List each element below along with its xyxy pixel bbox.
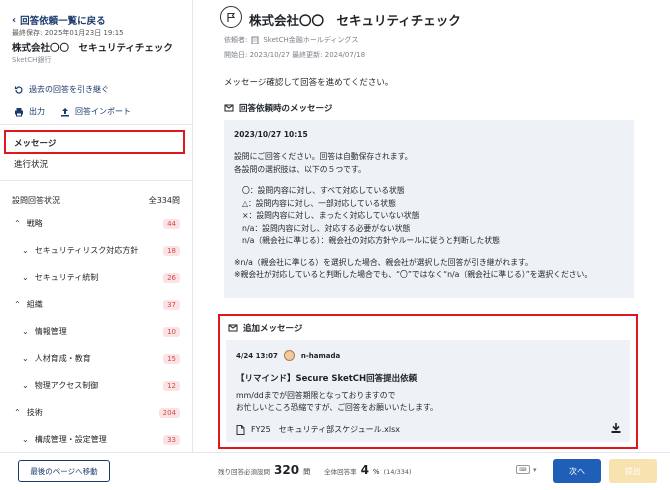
submit-button[interactable]: 提出 <box>609 459 657 483</box>
message-line: n/a：設問内容に対し、対応する必要がない状態 <box>242 223 411 233</box>
nav-message[interactable]: メッセージ <box>4 130 185 154</box>
additional-message-box: 4/24 13:07 n-hamada 【リマインド】Secure SketCH… <box>226 340 630 442</box>
message-line: 設問にご回答ください。回答は自動保存されます。 <box>234 152 413 161</box>
history-icon <box>14 85 23 94</box>
tree-item[interactable]: ⌄ 情報管理 10 <box>22 326 180 337</box>
chevron-up-icon: ⌃ <box>14 300 21 309</box>
nav-progress[interactable]: 進行状況 <box>14 158 48 170</box>
chevron-left-icon: ‹ <box>12 14 17 26</box>
tree-item[interactable]: ⌄ 人材育成・教育 15 <box>22 353 180 364</box>
chevron-up-icon: ⌃ <box>14 219 21 228</box>
dates-info: 開始日: 2023/10/27 最終更新: 2024/07/18 <box>224 51 366 59</box>
download-icon[interactable] <box>610 422 622 434</box>
tree-item-label: 物理アクセス制御 <box>34 381 99 390</box>
keyboard-icon: ⌨ <box>516 465 530 474</box>
message-line: △：設問内容に対し、一部対応している状態 <box>242 198 396 208</box>
additional-message-heading: 追加メッセージ <box>228 322 302 334</box>
unanswered-count-badge: 15 <box>163 353 180 364</box>
unanswered-count-badge: 10 <box>163 326 180 337</box>
additional-message-section: 追加メッセージ 4/24 13:07 n-hamada 【リマインド】Secur… <box>218 314 638 449</box>
message-line: n/a（親会社に準じる）：親会社の対応方針やルールに従うと判断した状態 <box>242 236 500 245</box>
tree-item-label: 戦略 <box>26 219 43 228</box>
divider <box>0 124 192 125</box>
tree-item-label: 人材育成・教育 <box>34 354 91 363</box>
file-icon <box>236 424 245 435</box>
chevron-down-icon: ▾ <box>533 465 537 474</box>
last-saved: 最終保存: 2025年01月23日 19:15 <box>12 29 124 37</box>
chevron-down-icon: ⌄ <box>22 273 29 282</box>
sidebar: ‹ 回答依頼一覧に戻る 最終保存: 2025年01月23日 19:15 株式会社… <box>0 0 193 452</box>
request-message-box: 2023/10/27 10:15 設問にご回答ください。回答は自動保存されます。… <box>224 120 634 298</box>
divider <box>0 180 192 181</box>
tree-item[interactable]: ⌃ 組織 37 <box>14 299 180 310</box>
tree-item[interactable]: ⌄ 物理アクセス制御 12 <box>22 380 180 391</box>
back-label: 回答依頼一覧に戻る <box>20 16 106 27</box>
mail-icon <box>224 104 234 112</box>
message-meta: 4/24 13:07 n-hamada <box>236 350 341 361</box>
unanswered-count-badge: 37 <box>163 299 180 310</box>
message-line: ×：設問内容に対し、まったく対応していない状態 <box>242 211 420 220</box>
tree-item[interactable]: ⌃ 技術 204 <box>14 407 180 418</box>
requester-info: 依頼者: SketCH金融ホールディングス <box>224 36 359 44</box>
upload-icon <box>61 107 69 116</box>
message-line: ※親会社が対応していると判断した場合でも、“〇”ではなく“n/a（親会社に準じる… <box>234 270 593 279</box>
message-line: 各設問の選択肢は、以下の５つです。 <box>234 164 366 174</box>
message-title: 【リマインド】Secure SketCH回答提出依頼 <box>236 374 418 384</box>
chevron-down-icon: ⌄ <box>22 435 29 444</box>
unanswered-count-badge: 12 <box>163 380 180 391</box>
request-message-heading: 回答依頼時のメッセージ <box>224 102 332 114</box>
chevron-down-icon: ⌄ <box>22 354 29 363</box>
main-content: 株式会社〇〇 セキュリティチェック 依頼者: SketCH金融ホールディングス … <box>194 0 670 452</box>
chevron-down-icon: ⌄ <box>22 381 29 390</box>
chevron-down-icon: ⌄ <box>22 246 29 255</box>
tree-item[interactable]: ⌄ セキュリティ統制 26 <box>22 272 180 283</box>
unanswered-count-badge: 26 <box>163 272 180 283</box>
avatar <box>283 350 295 361</box>
next-button[interactable]: 次へ <box>553 459 601 483</box>
inherit-answers-button[interactable]: 過去の回答を引き継ぐ <box>14 84 109 95</box>
last-page-button[interactable]: 最後のページへ移動 <box>18 460 110 482</box>
company-title: 株式会社〇〇 セキュリティチェック <box>12 43 173 54</box>
keyboard-shortcut-toggle[interactable]: ⌨ ▾ <box>516 465 537 474</box>
building-icon <box>251 36 259 44</box>
unanswered-count-badge: 204 <box>158 407 180 418</box>
tree-item-label: 構成管理・設定管理 <box>34 435 107 444</box>
import-button[interactable]: 回答インポート <box>60 106 131 117</box>
unanswered-count-badge: 44 <box>163 218 180 229</box>
tree-item[interactable]: ⌃ 戦略 44 <box>14 218 180 229</box>
progress-summary: 残り回答必須設問 320 問 全体回答率 4 % (14/334) <box>218 463 412 477</box>
unanswered-count-badge: 18 <box>163 245 180 256</box>
printer-icon <box>15 107 23 116</box>
tree-item[interactable]: ⌄ 構成管理・設定管理 33 <box>22 434 180 445</box>
chevron-down-icon: ⌄ <box>22 327 29 336</box>
chevron-up-icon: ⌃ <box>14 408 21 417</box>
page-title: 株式会社〇〇 セキュリティチェック <box>249 13 461 28</box>
tree-item-label: セキュリティリスク対応方針 <box>34 246 139 255</box>
unanswered-count-badge: 33 <box>163 434 180 445</box>
message-line: 〇：設問内容に対し、すべて対応している状態 <box>242 186 405 195</box>
message-line: ※n/a（親会社に準じる）を選択した場合、親会社が選択した回答が引き継がれます。 <box>234 257 533 267</box>
tree-item-label: セキュリティ統制 <box>34 273 99 282</box>
status-header: 設問回答状況 全334問 <box>12 196 180 205</box>
back-to-list-link[interactable]: ‹ 回答依頼一覧に戻る <box>12 13 106 28</box>
message-body: mm/ddまでが回答期限となっておりますので お忙しいところ恐縮ですが、ご回答を… <box>236 391 438 412</box>
mail-icon <box>228 324 238 332</box>
footer-bar: 最後のページへ移動 残り回答必須設問 320 問 全体回答率 4 % (14/3… <box>0 452 670 490</box>
output-button[interactable]: 出力 <box>14 106 45 117</box>
tree-item-label: 組織 <box>26 300 43 309</box>
intro-text: メッセージ確認して回答を進めてください。 <box>224 78 394 88</box>
attachment-link[interactable]: FY25 セキュリティ部スケジュール.xlsx <box>236 424 400 435</box>
tree-item[interactable]: ⌄ セキュリティリスク対応方針 18 <box>22 245 180 256</box>
tree-item-label: 情報管理 <box>34 327 67 336</box>
tree-item-label: 技術 <box>26 408 43 417</box>
bank-name: SketCH銀行 <box>12 56 52 64</box>
answer-rate: 4 <box>360 463 369 477</box>
remaining-count: 320 <box>274 463 300 477</box>
flag-icon <box>220 6 242 28</box>
message-date: 2023/10/27 10:15 <box>234 130 308 139</box>
